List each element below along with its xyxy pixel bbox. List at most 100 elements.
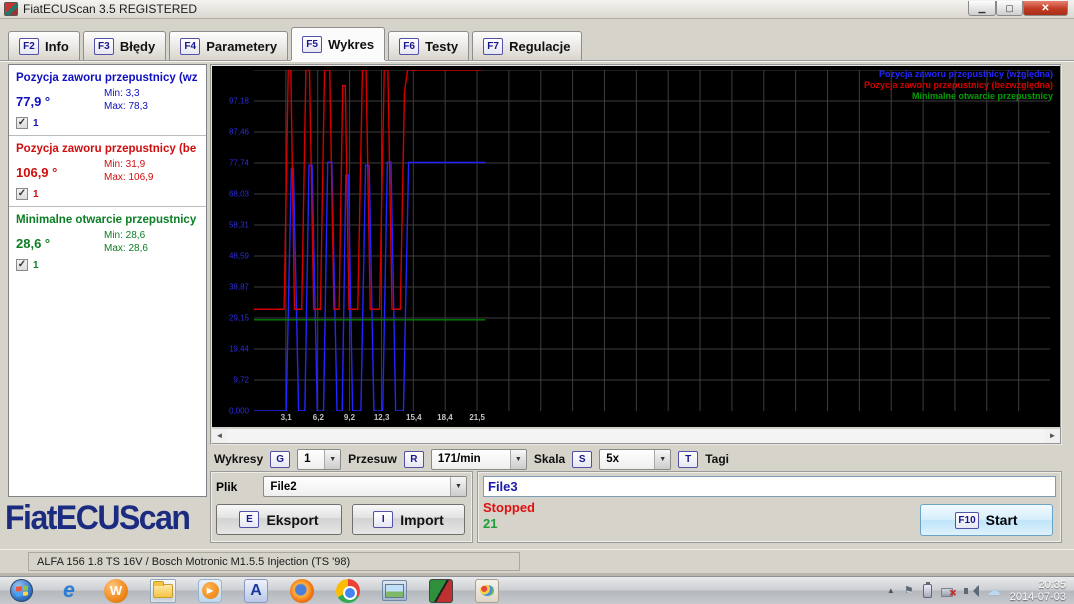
- x-tick-label: 21,5: [469, 413, 485, 422]
- tab-bledy[interactable]: F3 Błędy: [82, 31, 167, 60]
- windows-explorer-icon[interactable]: [150, 578, 176, 603]
- parameter-value: 106,9 °: [16, 165, 58, 180]
- channel-number: 1: [33, 188, 39, 200]
- import-button[interactable]: I Import: [352, 504, 465, 535]
- chevron-down-icon: ▼: [324, 449, 341, 469]
- action-center-flag-icon[interactable]: ⚑: [904, 584, 914, 597]
- y-tick-label: 38,87: [228, 282, 249, 292]
- parameter-row: Pozycja zaworu przepustnicy (be 106,9 ° …: [9, 135, 206, 206]
- y-axis-labels: 0,000 9,72 19,44 29,15 38,87 48,59 58,31 68,03 7…: [212, 70, 252, 416]
- legend-item: Pozycja zaworu przepustnicy (względna): [878, 69, 1053, 79]
- x-axis-labels: 3,1 6,2 9,2 12,3 15,4 18,4 21,5: [254, 413, 1050, 425]
- fkey-badge: F5: [302, 35, 323, 53]
- title-bar: FiatECUScan 3.5 REGISTERED ▁ ▢ ✕: [0, 0, 1074, 19]
- status-bar: ALFA 156 1.8 TS 16V / Bosch Motronic M1.…: [0, 549, 1074, 573]
- przesuw-select[interactable]: 171/min ▼: [430, 448, 527, 470]
- tab-label: Info: [45, 38, 69, 54]
- tab-parametery[interactable]: F4 Parametery: [169, 31, 289, 60]
- skala-key-button[interactable]: S: [572, 450, 593, 468]
- plik-label: Plik: [216, 479, 238, 494]
- fkey-badge: F6: [399, 37, 420, 55]
- tab-wykres[interactable]: F5 Wykres: [291, 27, 386, 60]
- chart-plot: [254, 70, 1050, 411]
- tray-expand-icon[interactable]: ▲: [887, 586, 895, 595]
- przesuw-key-button[interactable]: R: [403, 450, 424, 468]
- fkey-badge: F4: [180, 37, 201, 55]
- file-group: Plik File2 ▼ E Eksport I Import: [210, 471, 473, 543]
- chart-controls-row: Wykresy G 1 ▼ Przesuw R 171/min ▼ Skala S …: [214, 447, 729, 471]
- wykresy-select[interactable]: 1 ▼: [297, 448, 342, 470]
- y-tick-label: 48,59: [228, 251, 249, 261]
- start-key-badge: F10: [955, 511, 979, 529]
- przesuw-label: Przesuw: [348, 452, 397, 466]
- tab-regulacje[interactable]: F7 Regulacje: [472, 31, 582, 60]
- minimize-button[interactable]: ▁: [968, 1, 996, 16]
- tab-info[interactable]: F2 Info: [8, 31, 80, 60]
- chart-horizontal-scrollbar[interactable]: ◄ ►: [212, 428, 1060, 443]
- skala-select[interactable]: 5x ▼: [599, 448, 672, 470]
- parameter-list-panel: Pozycja zaworu przepustnicy (wz 77,9 ° M…: [8, 64, 207, 497]
- fiatecuscan-logo: FiatECUScan: [5, 497, 191, 537]
- record-group: Stopped 21 F10Start: [477, 471, 1062, 543]
- tab-label: Błędy: [119, 38, 156, 54]
- security-app-icon[interactable]: [429, 578, 453, 603]
- tagi-key-button[interactable]: T: [678, 450, 699, 468]
- app-window: FiatECUScan 3.5 REGISTERED ▁ ▢ ✕ F2 Info …: [0, 0, 1074, 576]
- scroll-left-arrow-icon[interactable]: ◄: [212, 429, 227, 443]
- y-tick-label: 68,03: [228, 189, 249, 199]
- network-disconnected-icon[interactable]: ✕: [940, 584, 957, 598]
- chart-legend: Pozycja zaworu przepustnicy (względna) Po…: [864, 69, 1053, 102]
- close-button[interactable]: ✕: [1023, 1, 1068, 16]
- taskbar-clock[interactable]: 20:35 2014-07-03: [1010, 578, 1066, 603]
- x-tick-label: 3,1: [280, 413, 292, 422]
- fkey-badge: F3: [93, 37, 114, 55]
- clock-date: 2014-07-03: [1009, 591, 1066, 603]
- start-button[interactable]: [8, 579, 34, 603]
- y-tick-label: 29,15: [228, 313, 249, 323]
- media-player-icon[interactable]: [198, 578, 222, 603]
- tab-testy[interactable]: F6 Testy: [388, 31, 470, 60]
- eksport-label: Eksport: [266, 511, 319, 528]
- start-label: Start: [985, 512, 1018, 528]
- tab-label: Parametery: [206, 38, 278, 54]
- alcohol-120-icon[interactable]: A: [244, 578, 268, 603]
- chevron-down-icon: ▼: [509, 449, 526, 469]
- tab-label: Wykres: [328, 36, 375, 52]
- parameter-value: 77,9 °: [16, 94, 51, 109]
- image-viewer-icon[interactable]: [382, 580, 407, 601]
- cloud-icon[interactable]: ☁: [987, 582, 1001, 599]
- channel-checkbox[interactable]: ✓: [16, 117, 28, 129]
- scroll-right-arrow-icon[interactable]: ►: [1045, 429, 1060, 443]
- parameter-name: Minimalne otwarcie przepustnicy: [16, 214, 197, 226]
- chevron-down-icon: ▼: [654, 449, 671, 469]
- windows-taskbar: eW A ▲ ⚑ ✕ ) ☁ 20:35 2014-07-03: [0, 576, 1074, 604]
- y-tick-label: 0,000: [228, 406, 249, 416]
- parameter-value: 28,6 °: [16, 236, 51, 251]
- legend-item: Minimalne otwarcie przepustnicy: [911, 91, 1053, 101]
- eksport-button[interactable]: E Eksport: [216, 504, 342, 535]
- chevron-down-icon: ▼: [450, 477, 466, 496]
- volume-icon[interactable]: ): [963, 584, 979, 597]
- clock-time: 20:35: [1038, 579, 1066, 591]
- firefox-icon[interactable]: [290, 578, 314, 603]
- wykresy-key-button[interactable]: G: [270, 450, 291, 468]
- tab-label: Testy: [425, 38, 459, 54]
- fkey-badge: F2: [19, 37, 39, 55]
- chrome-icon[interactable]: [336, 578, 360, 603]
- record-filename-input[interactable]: [483, 476, 1056, 497]
- maximize-button[interactable]: ▢: [996, 1, 1023, 16]
- channel-checkbox[interactable]: ✓: [16, 188, 28, 200]
- parameter-minmax: Min: 28,6 Max: 28,6: [104, 230, 148, 254]
- paint-app-icon[interactable]: [475, 578, 499, 603]
- orange-w-app-icon[interactable]: W: [104, 578, 128, 603]
- y-tick-label: 58,31: [228, 220, 249, 230]
- import-key-badge: I: [373, 511, 394, 528]
- file-select[interactable]: File2 ▼: [263, 476, 467, 497]
- start-record-button[interactable]: F10 Start: [920, 504, 1053, 536]
- internet-explorer-icon[interactable]: e: [56, 579, 82, 603]
- wykresy-label: Wykresy: [214, 452, 264, 466]
- app-icon: [4, 2, 18, 16]
- y-tick-label: 9,72: [233, 375, 249, 385]
- channel-checkbox[interactable]: ✓: [16, 259, 28, 271]
- battery-icon[interactable]: [922, 581, 932, 598]
